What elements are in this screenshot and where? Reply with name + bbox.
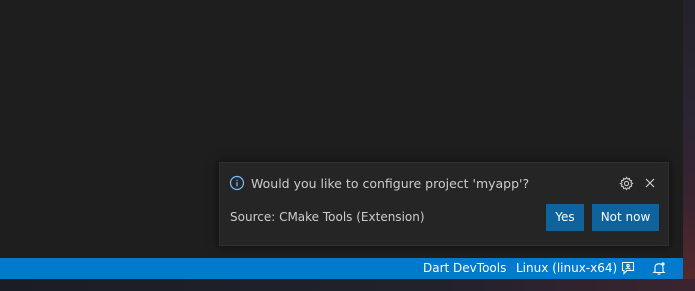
feedback-icon[interactable] — [621, 261, 635, 276]
not-now-button[interactable]: Not now — [592, 204, 659, 231]
status-bar: Dart DevTools Linux (linux-x64) — [0, 258, 683, 279]
close-icon[interactable] — [642, 175, 658, 191]
desktop-background-bottom — [0, 279, 695, 291]
status-item-dart-devtools[interactable]: Dart DevTools — [423, 258, 506, 279]
gear-icon[interactable] — [618, 175, 634, 191]
info-icon — [229, 175, 245, 191]
notification-message: Would you like to configure project 'mya… — [251, 175, 530, 191]
bell-icon[interactable] — [652, 261, 666, 276]
notification-source: Source: CMake Tools (Extension) — [230, 210, 425, 224]
status-item-platform[interactable]: Linux (linux-x64) — [516, 258, 617, 279]
notification-buttons: Yes Not now — [546, 204, 659, 231]
notification-toast: Would you like to configure project 'mya… — [219, 162, 669, 246]
notification-toolbar — [618, 175, 658, 191]
notification-header: Would you like to configure project 'mya… — [229, 175, 529, 191]
desktop-background — [683, 0, 695, 291]
yes-button[interactable]: Yes — [546, 204, 584, 231]
